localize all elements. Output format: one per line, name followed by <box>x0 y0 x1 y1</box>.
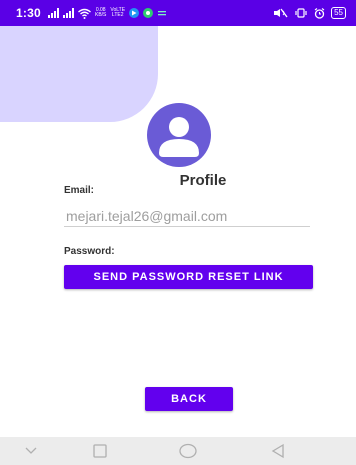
home-icon[interactable] <box>178 443 198 459</box>
navigation-bar <box>0 437 356 465</box>
collapse-icon[interactable] <box>24 443 38 457</box>
status-left-icons: 0.08 KB/S VoLTE LTE2 <box>48 6 167 20</box>
email-label: Email: <box>64 185 95 196</box>
signal-icon <box>48 8 59 18</box>
back-icon[interactable] <box>270 443 286 459</box>
email-underline <box>64 226 310 227</box>
mute-icon <box>274 8 288 18</box>
email-field[interactable]: mejari.tejal26@gmail.com <box>66 208 227 224</box>
decorative-corner-shape <box>0 26 158 122</box>
status-time: 1:30 <box>16 6 41 20</box>
user-avatar-icon <box>147 103 211 167</box>
cast-icon <box>158 11 167 16</box>
password-label: Password: <box>64 246 115 257</box>
vibrate-icon <box>295 8 307 18</box>
status-bar: 1:30 0.08 KB/S VoLTE LTE2 55 <box>0 0 356 26</box>
volte-icon: VoLTE LTE2 <box>110 8 125 18</box>
status-right-icons: 55 <box>272 5 346 21</box>
send-password-reset-link-button[interactable]: SEND PASSWORD RESET LINK <box>64 265 313 289</box>
network-speed-unit: KB/S <box>95 12 107 18</box>
signal-icon <box>63 8 74 18</box>
volte-bottom-text: LTE2 <box>111 12 124 18</box>
app-notification-icon <box>129 8 140 18</box>
alarm-icon <box>314 7 325 19</box>
page-title: Profile <box>179 172 227 189</box>
network-speed-icon: 0.08 KB/S <box>95 8 106 18</box>
battery-icon: 55 <box>331 7 346 19</box>
back-button[interactable]: BACK <box>145 387 233 411</box>
wifi-icon <box>78 8 91 19</box>
recents-icon[interactable] <box>92 443 108 459</box>
app-notification-icon <box>143 8 154 18</box>
